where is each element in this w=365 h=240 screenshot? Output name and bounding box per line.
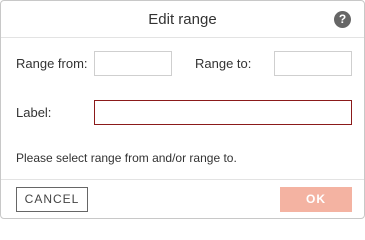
range-to-input[interactable]	[274, 51, 352, 76]
help-icon[interactable]: ?	[334, 11, 351, 28]
edit-range-dialog: Edit range ? Range from: Range to: Label…	[0, 0, 365, 219]
range-to-label: Range to:	[195, 56, 252, 71]
range-from-label: Range from:	[16, 56, 88, 71]
range-from-input[interactable]	[94, 51, 172, 76]
dialog-footer-divider	[1, 179, 364, 180]
dialog-title: Edit range	[148, 11, 217, 28]
label-field-label: Label:	[16, 105, 52, 120]
cancel-button[interactable]: CANCEL	[16, 187, 88, 212]
validation-message: Please select range from and/or range to…	[16, 151, 237, 165]
ok-button[interactable]: OK	[280, 187, 352, 212]
label-input[interactable]	[94, 100, 352, 125]
dialog-header: Edit range ?	[1, 1, 364, 38]
